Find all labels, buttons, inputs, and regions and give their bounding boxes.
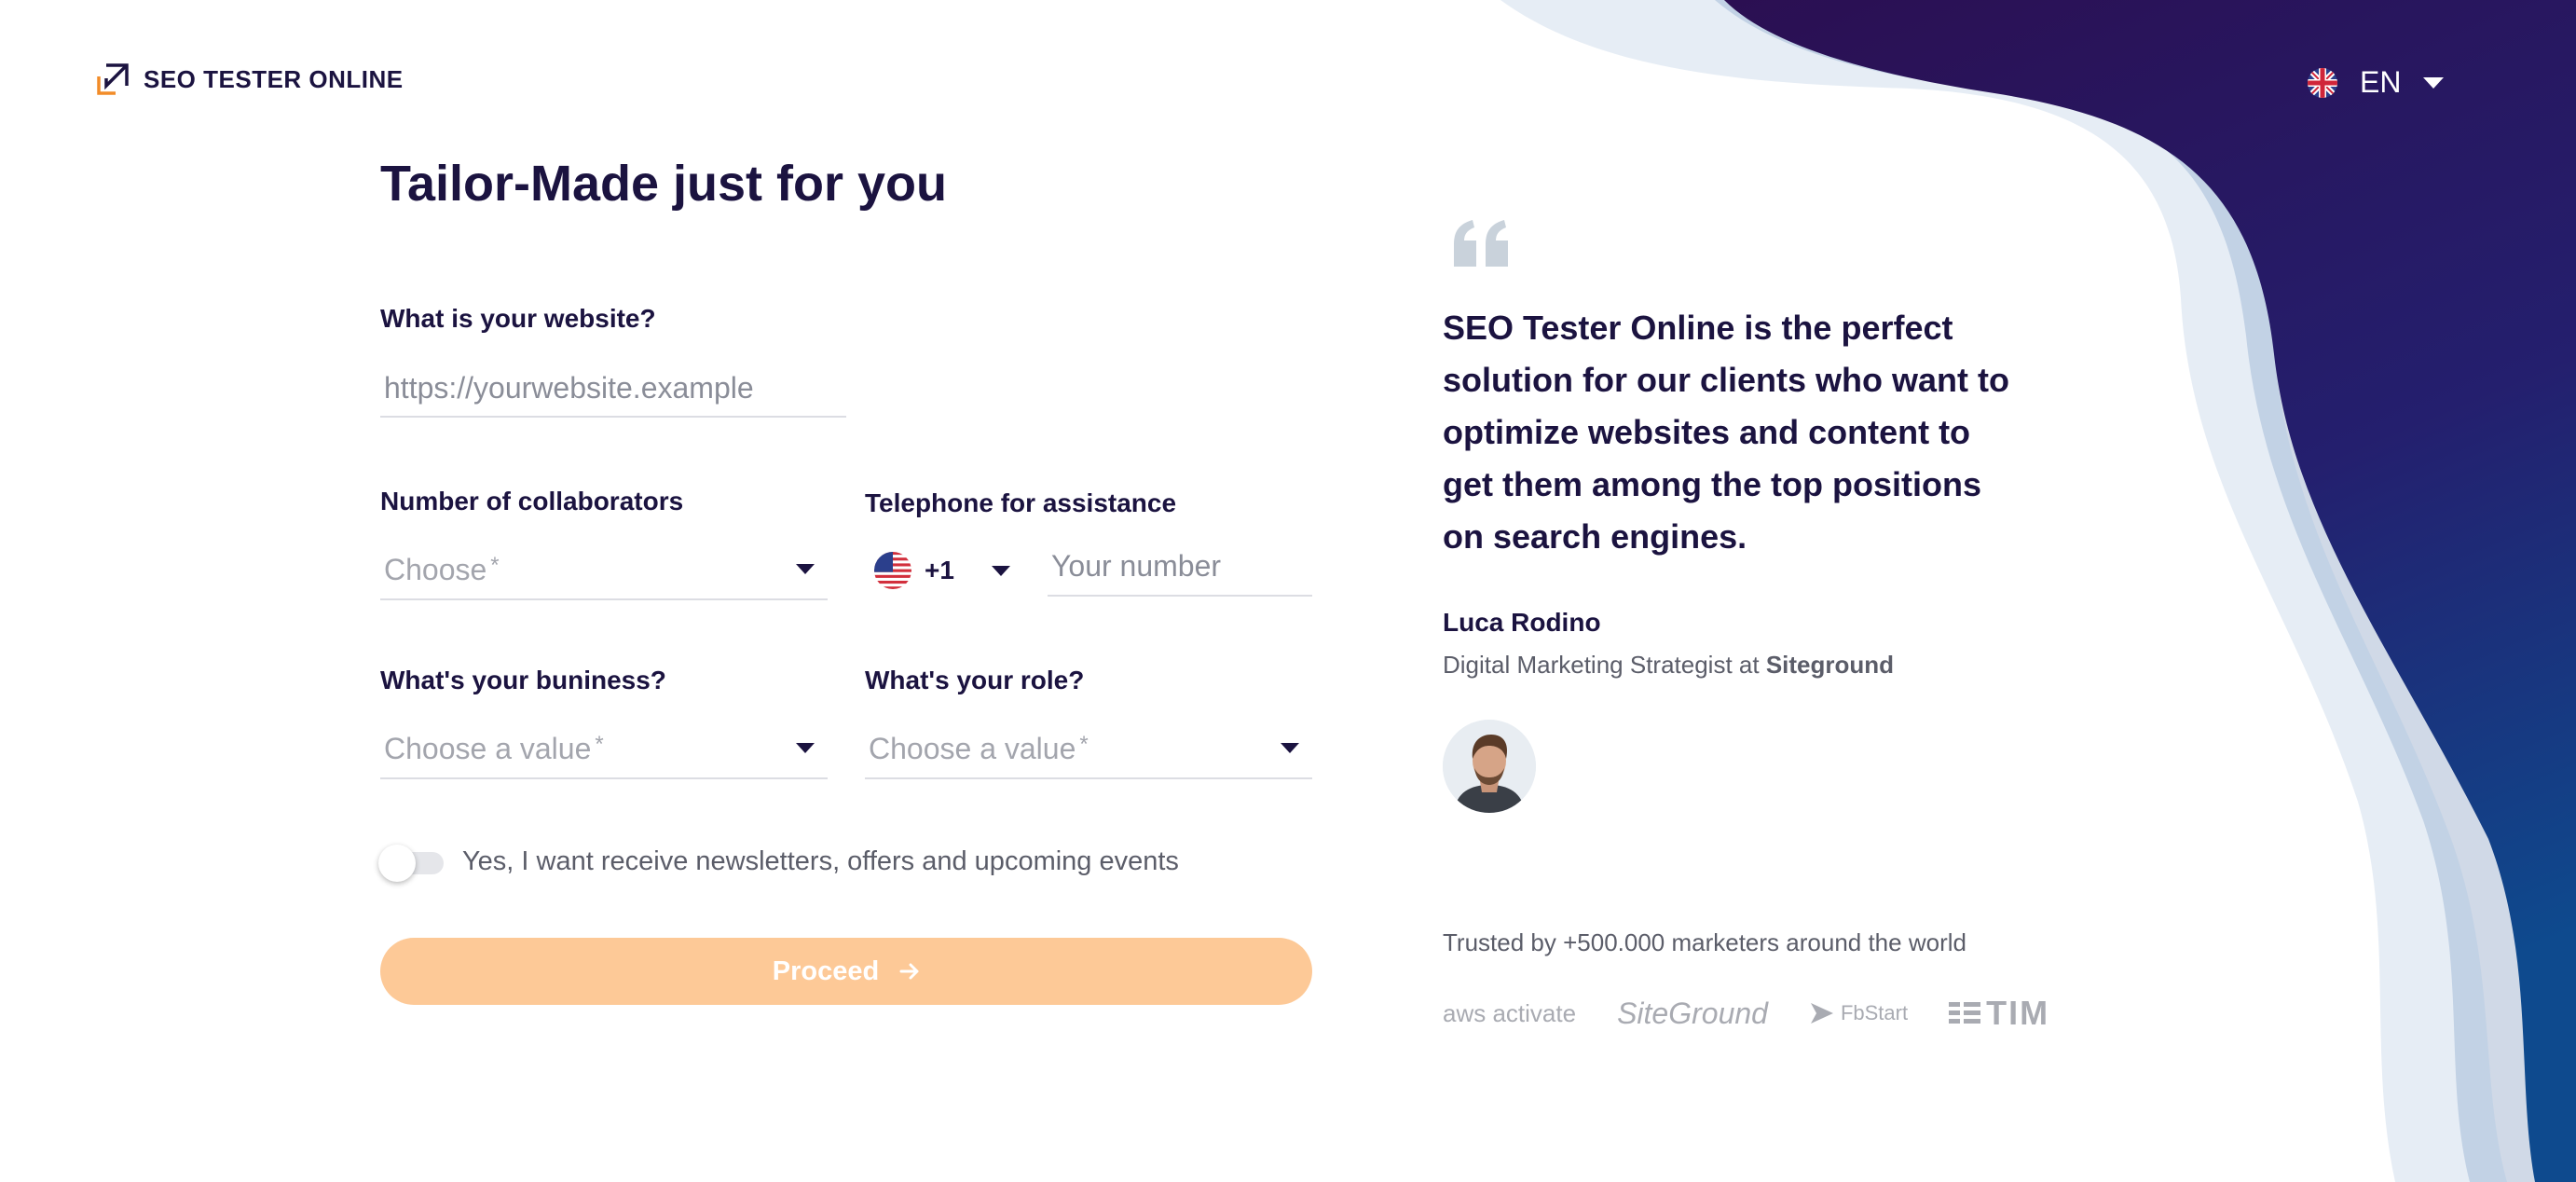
phone-prefix-code: +1: [925, 556, 954, 584]
arrow-right-icon: [899, 963, 919, 980]
collaborators-label: Number of collaborators: [380, 487, 684, 515]
newsletter-label: Yes, I want receive newsletters, offers …: [462, 846, 1179, 876]
business-select[interactable]: Choose a value *: [380, 725, 828, 779]
role-select[interactable]: Choose a value *: [865, 725, 1312, 779]
website-label: What is your website?: [380, 304, 656, 333]
testimonial-quote: SEO Tester Online is the perfect solutio…: [1443, 309, 2009, 556]
testimonial-author-name: Luca Rodino: [1443, 608, 1601, 637]
trusted-text: Trusted by +500.000 marketers around the…: [1443, 928, 1966, 956]
chevron-down-icon: [2423, 76, 2445, 89]
chevron-down-icon: [796, 564, 815, 574]
role-select-value: Choose a value *: [869, 732, 1089, 765]
tim-logo: TIM: [1949, 994, 2049, 1033]
tim-mark-icon: [1949, 1002, 1981, 1024]
brand-logo[interactable]: SEO TESTER ONLINE: [93, 60, 404, 99]
logo-text: SEO TESTER ONLINE: [144, 64, 404, 93]
author-company: Siteground: [1765, 651, 1895, 679]
collaborators-select-value: Choose *: [384, 553, 500, 586]
author-role-text: Digital Marketing Strategist at: [1443, 651, 1760, 679]
logo-mark-icon: [97, 63, 129, 95]
fbstart-mark-icon: [1810, 1003, 1833, 1024]
phone-prefix-select[interactable]: +1: [874, 552, 1010, 589]
business-label: What's your buniness?: [380, 666, 666, 694]
partner-logos: aws activate SiteGround FbStart TIM: [1443, 994, 2049, 1033]
language-label: EN: [2360, 65, 2402, 99]
fbstart-logo: FbStart: [1809, 1001, 1908, 1025]
form-title: Tailor-Made just for you: [380, 156, 948, 212]
phone-number-input[interactable]: [1048, 546, 1312, 597]
chevron-down-icon: [1281, 743, 1299, 753]
avatar-portrait-icon: [1443, 720, 1536, 813]
chevron-down-icon: [796, 743, 815, 753]
newsletter-toggle[interactable]: [378, 845, 445, 882]
language-selector[interactable]: EN: [2308, 65, 2445, 100]
chevron-down-icon: [991, 565, 1010, 576]
proceed-button[interactable]: Proceed: [380, 938, 1312, 1005]
website-input[interactable]: [380, 369, 846, 418]
quote-icon: [1454, 220, 1508, 267]
collaborators-select[interactable]: Choose *: [380, 546, 828, 600]
toggle-knob: [378, 845, 416, 882]
siteground-logo: SiteGround: [1617, 996, 1768, 1030]
avatar: [1443, 720, 1536, 813]
uk-flag-icon: [2308, 67, 2337, 98]
role-label: What's your role?: [865, 666, 1085, 694]
business-select-value: Choose a value *: [384, 732, 604, 765]
aws-activate-logo: aws activate: [1443, 998, 1577, 1027]
telephone-label: Telephone for assistance: [865, 488, 1177, 517]
testimonial-author-role: Digital Marketing Strategist at Sitegrou…: [1443, 651, 1894, 680]
proceed-label: Proceed: [772, 955, 880, 986]
us-flag-icon: [874, 552, 911, 589]
